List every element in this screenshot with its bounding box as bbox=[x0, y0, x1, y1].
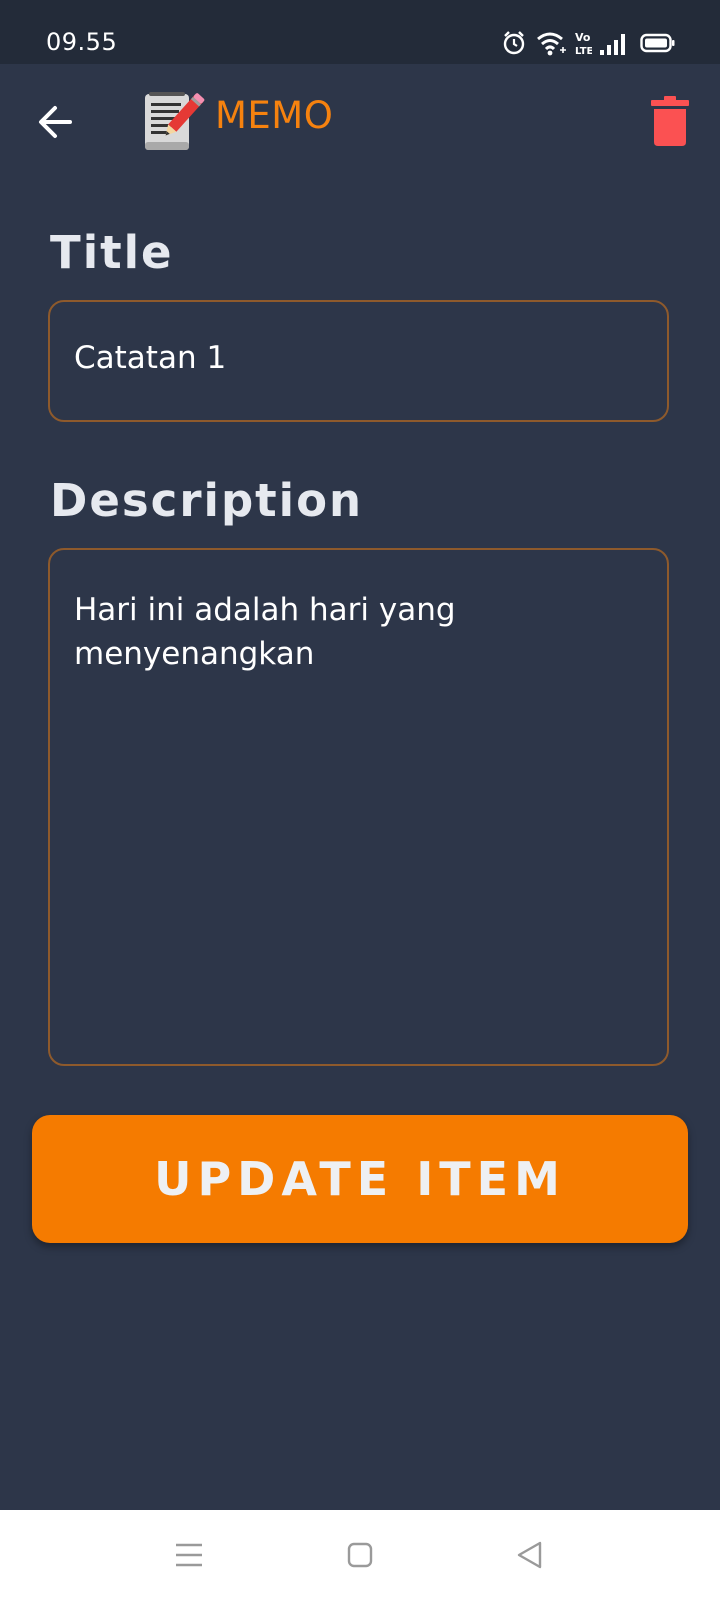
delete-button[interactable] bbox=[650, 94, 690, 148]
description-label: Description bbox=[50, 474, 364, 527]
description-value: Hari ini adalah hari yang menyenangkan bbox=[74, 592, 456, 672]
wifi-icon bbox=[537, 32, 566, 56]
home-icon bbox=[347, 1542, 373, 1568]
alarm-icon bbox=[503, 31, 525, 55]
nav-back-button[interactable] bbox=[515, 1540, 545, 1570]
back-arrow-icon bbox=[39, 106, 72, 138]
trash-icon bbox=[651, 96, 689, 146]
volte-icon: Vo LTE bbox=[575, 31, 592, 56]
menu-icon bbox=[176, 1543, 202, 1567]
system-nav-bar bbox=[0, 1510, 720, 1600]
battery-icon bbox=[640, 33, 675, 53]
title-label: Title bbox=[50, 226, 174, 279]
app-bar: MEMO bbox=[0, 64, 720, 174]
status-time: 09.55 bbox=[46, 28, 118, 56]
title-input-value: Catatan 1 bbox=[74, 340, 227, 376]
app-logo bbox=[140, 88, 208, 156]
back-icon bbox=[517, 1541, 542, 1569]
nav-home-button[interactable] bbox=[345, 1540, 375, 1570]
signal-icon bbox=[600, 34, 625, 55]
nav-menu-button[interactable] bbox=[174, 1540, 204, 1570]
back-button[interactable] bbox=[30, 96, 82, 148]
update-item-button[interactable]: UPDATE ITEM bbox=[32, 1115, 688, 1243]
status-bar: 09.55 Vo LTE bbox=[0, 0, 720, 64]
memo-notepad-icon bbox=[145, 92, 205, 150]
description-textarea[interactable]: Hari ini adalah hari yang menyenangkan bbox=[48, 548, 669, 1066]
svg-text:LTE: LTE bbox=[575, 46, 592, 56]
app-title: MEMO bbox=[215, 94, 334, 137]
svg-text:Vo: Vo bbox=[575, 31, 591, 44]
title-input[interactable]: Catatan 1 bbox=[48, 300, 669, 422]
